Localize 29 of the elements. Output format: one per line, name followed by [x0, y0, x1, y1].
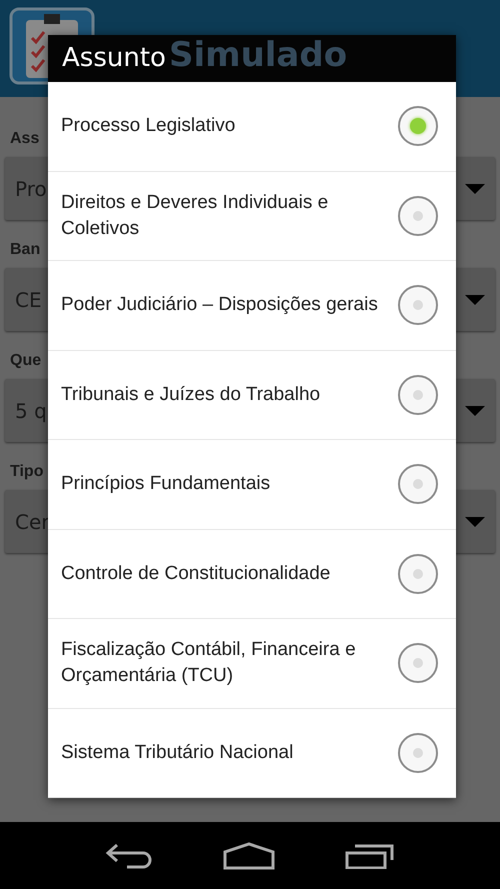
option-row[interactable]: Sistema Tributário Nacional: [48, 708, 456, 798]
option-row[interactable]: Fiscalização Contábil, Financeira e Orçamentária (TCU): [48, 619, 456, 708]
home-icon[interactable]: [223, 842, 275, 870]
radio-button[interactable]: [398, 196, 438, 236]
option-row[interactable]: Princípios Fundamentais: [48, 440, 456, 530]
option-row[interactable]: Tribunais e Juízes do Trabalho: [48, 350, 456, 440]
dropdown-arrow-icon: [465, 406, 485, 416]
option-row[interactable]: Direitos e Deveres Individuais e Coletivos: [48, 172, 456, 261]
recent-apps-icon[interactable]: [345, 842, 395, 868]
radio-button[interactable]: [398, 732, 438, 773]
back-icon[interactable]: [105, 842, 153, 868]
field-label: Tipo: [10, 462, 44, 482]
field-label: Ass: [10, 129, 40, 149]
radio-button[interactable]: [398, 285, 438, 326]
app-title: Simulado: [169, 34, 348, 77]
field-label: Ban: [10, 240, 40, 260]
option-row[interactable]: Processo Legislativo: [48, 82, 456, 172]
radio-button[interactable]: [398, 554, 438, 594]
radio-button[interactable]: [398, 374, 438, 415]
field-label: Que: [10, 351, 42, 371]
dialog-title: Assunto: [62, 42, 166, 75]
dropdown-arrow-icon: [465, 184, 485, 194]
radio-button[interactable]: [398, 464, 438, 504]
radio-button[interactable]: [398, 643, 438, 684]
dropdown-arrow-icon: [465, 294, 485, 304]
option-row[interactable]: Controle de Constitucionalidade: [48, 530, 456, 619]
option-row[interactable]: Poder Judiciário – Disposições gerais: [48, 261, 456, 350]
radio-button[interactable]: [398, 106, 438, 146]
dropdown-arrow-icon: [465, 516, 485, 526]
